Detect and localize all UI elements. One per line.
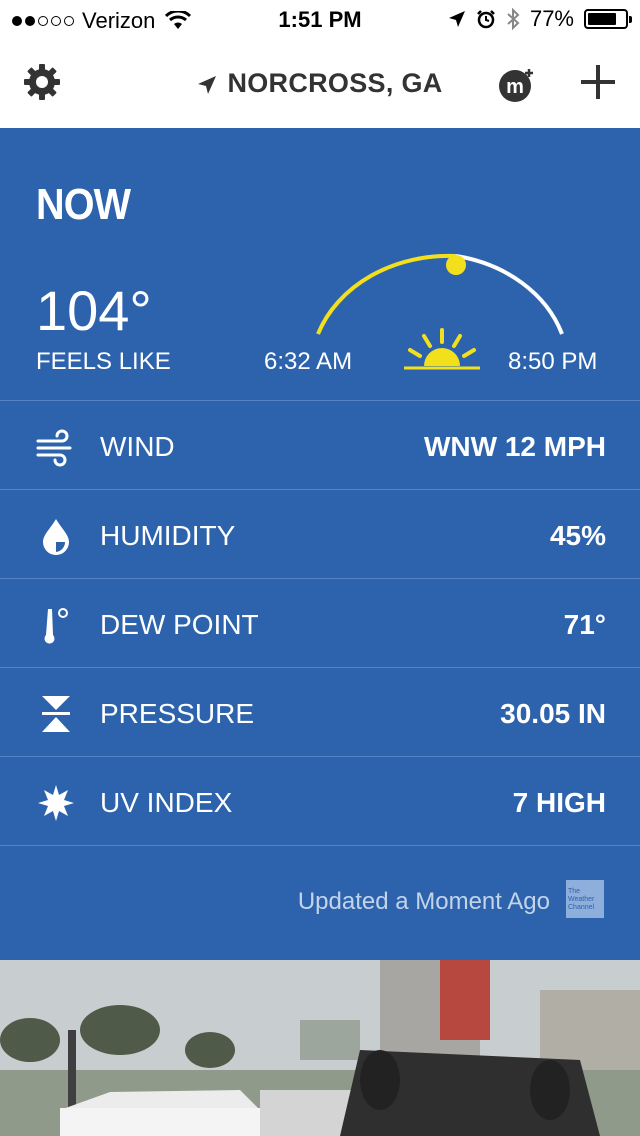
now-title: NOW xyxy=(36,180,131,229)
location-name: NORCROSS, GA xyxy=(227,68,443,98)
bluetooth-icon xyxy=(507,8,520,30)
uv-sun-icon xyxy=(38,785,74,821)
condition-value: 7 HIGH xyxy=(512,787,606,818)
feels-like-label: FEELS LIKE xyxy=(36,348,171,375)
sunset-time: 8:50 PM xyxy=(508,348,598,375)
current-temperature: 104° xyxy=(36,279,152,342)
condition-label: UV INDEX xyxy=(100,787,233,818)
conditions-list: WIND WNW 12 MPH HUMIDITY 45% DEW POINT 7… xyxy=(0,400,640,847)
pressure-icon xyxy=(42,696,70,732)
nav-bar: NORCROSS, GA m xyxy=(0,40,640,129)
condition-row-pressure: PRESSURE 30.05 IN xyxy=(0,667,640,756)
battery-icon xyxy=(584,9,632,29)
condition-label: WIND xyxy=(100,431,175,462)
dew-point-thermometer-icon xyxy=(44,608,68,644)
alarm-icon xyxy=(477,10,495,29)
status-right: 77% xyxy=(448,6,632,32)
news-photo[interactable] xyxy=(0,960,640,1136)
location-services-icon xyxy=(448,11,465,27)
condition-row-wind: WIND WNW 12 MPH xyxy=(0,400,640,489)
svg-text:m: m xyxy=(506,76,524,98)
battery-percent: 77% xyxy=(529,6,574,31)
condition-row-uv-index: UV INDEX 7 HIGH xyxy=(0,756,640,845)
condition-label: HUMIDITY xyxy=(100,520,236,551)
wind-icon xyxy=(36,429,72,467)
sunrise-sun-icon xyxy=(404,328,480,370)
condition-label: DEW POINT xyxy=(100,609,259,640)
condition-label: PRESSURE xyxy=(100,698,255,729)
news-photo-image xyxy=(0,960,640,1136)
add-location-button[interactable] xyxy=(578,62,618,102)
battery-fill xyxy=(588,13,616,25)
condition-value: 71° xyxy=(563,609,606,640)
weather-channel-logo[interactable]: The Weather Channel xyxy=(566,880,604,918)
updated-timestamp: Updated a Moment Ago xyxy=(297,888,550,915)
condition-value: 30.05 IN xyxy=(500,698,606,729)
condition-row-dew-point: DEW POINT 71° xyxy=(0,578,640,667)
humidity-drop-icon xyxy=(43,519,69,555)
condition-value: WNW 12 MPH xyxy=(424,431,606,462)
sun-position-marker xyxy=(446,255,466,275)
condition-row-humidity: HUMIDITY 45% xyxy=(0,489,640,578)
m-logo-icon[interactable]: m xyxy=(498,66,536,104)
condition-value: 45% xyxy=(549,520,606,551)
status-bar: Verizon 1:51 PM 77% xyxy=(0,0,640,40)
weather-channel-logo-text: The Weather Channel xyxy=(568,888,595,911)
row-divider xyxy=(0,845,640,847)
current-conditions-panel: NOW 104° FEELS LIKE 6:32 AM 8:50 PM WIND… xyxy=(0,128,640,960)
sunrise-time: 6:32 AM xyxy=(264,348,353,375)
location-arrow-icon xyxy=(198,75,217,94)
location-title[interactable]: NORCROSS, GA xyxy=(0,68,640,99)
